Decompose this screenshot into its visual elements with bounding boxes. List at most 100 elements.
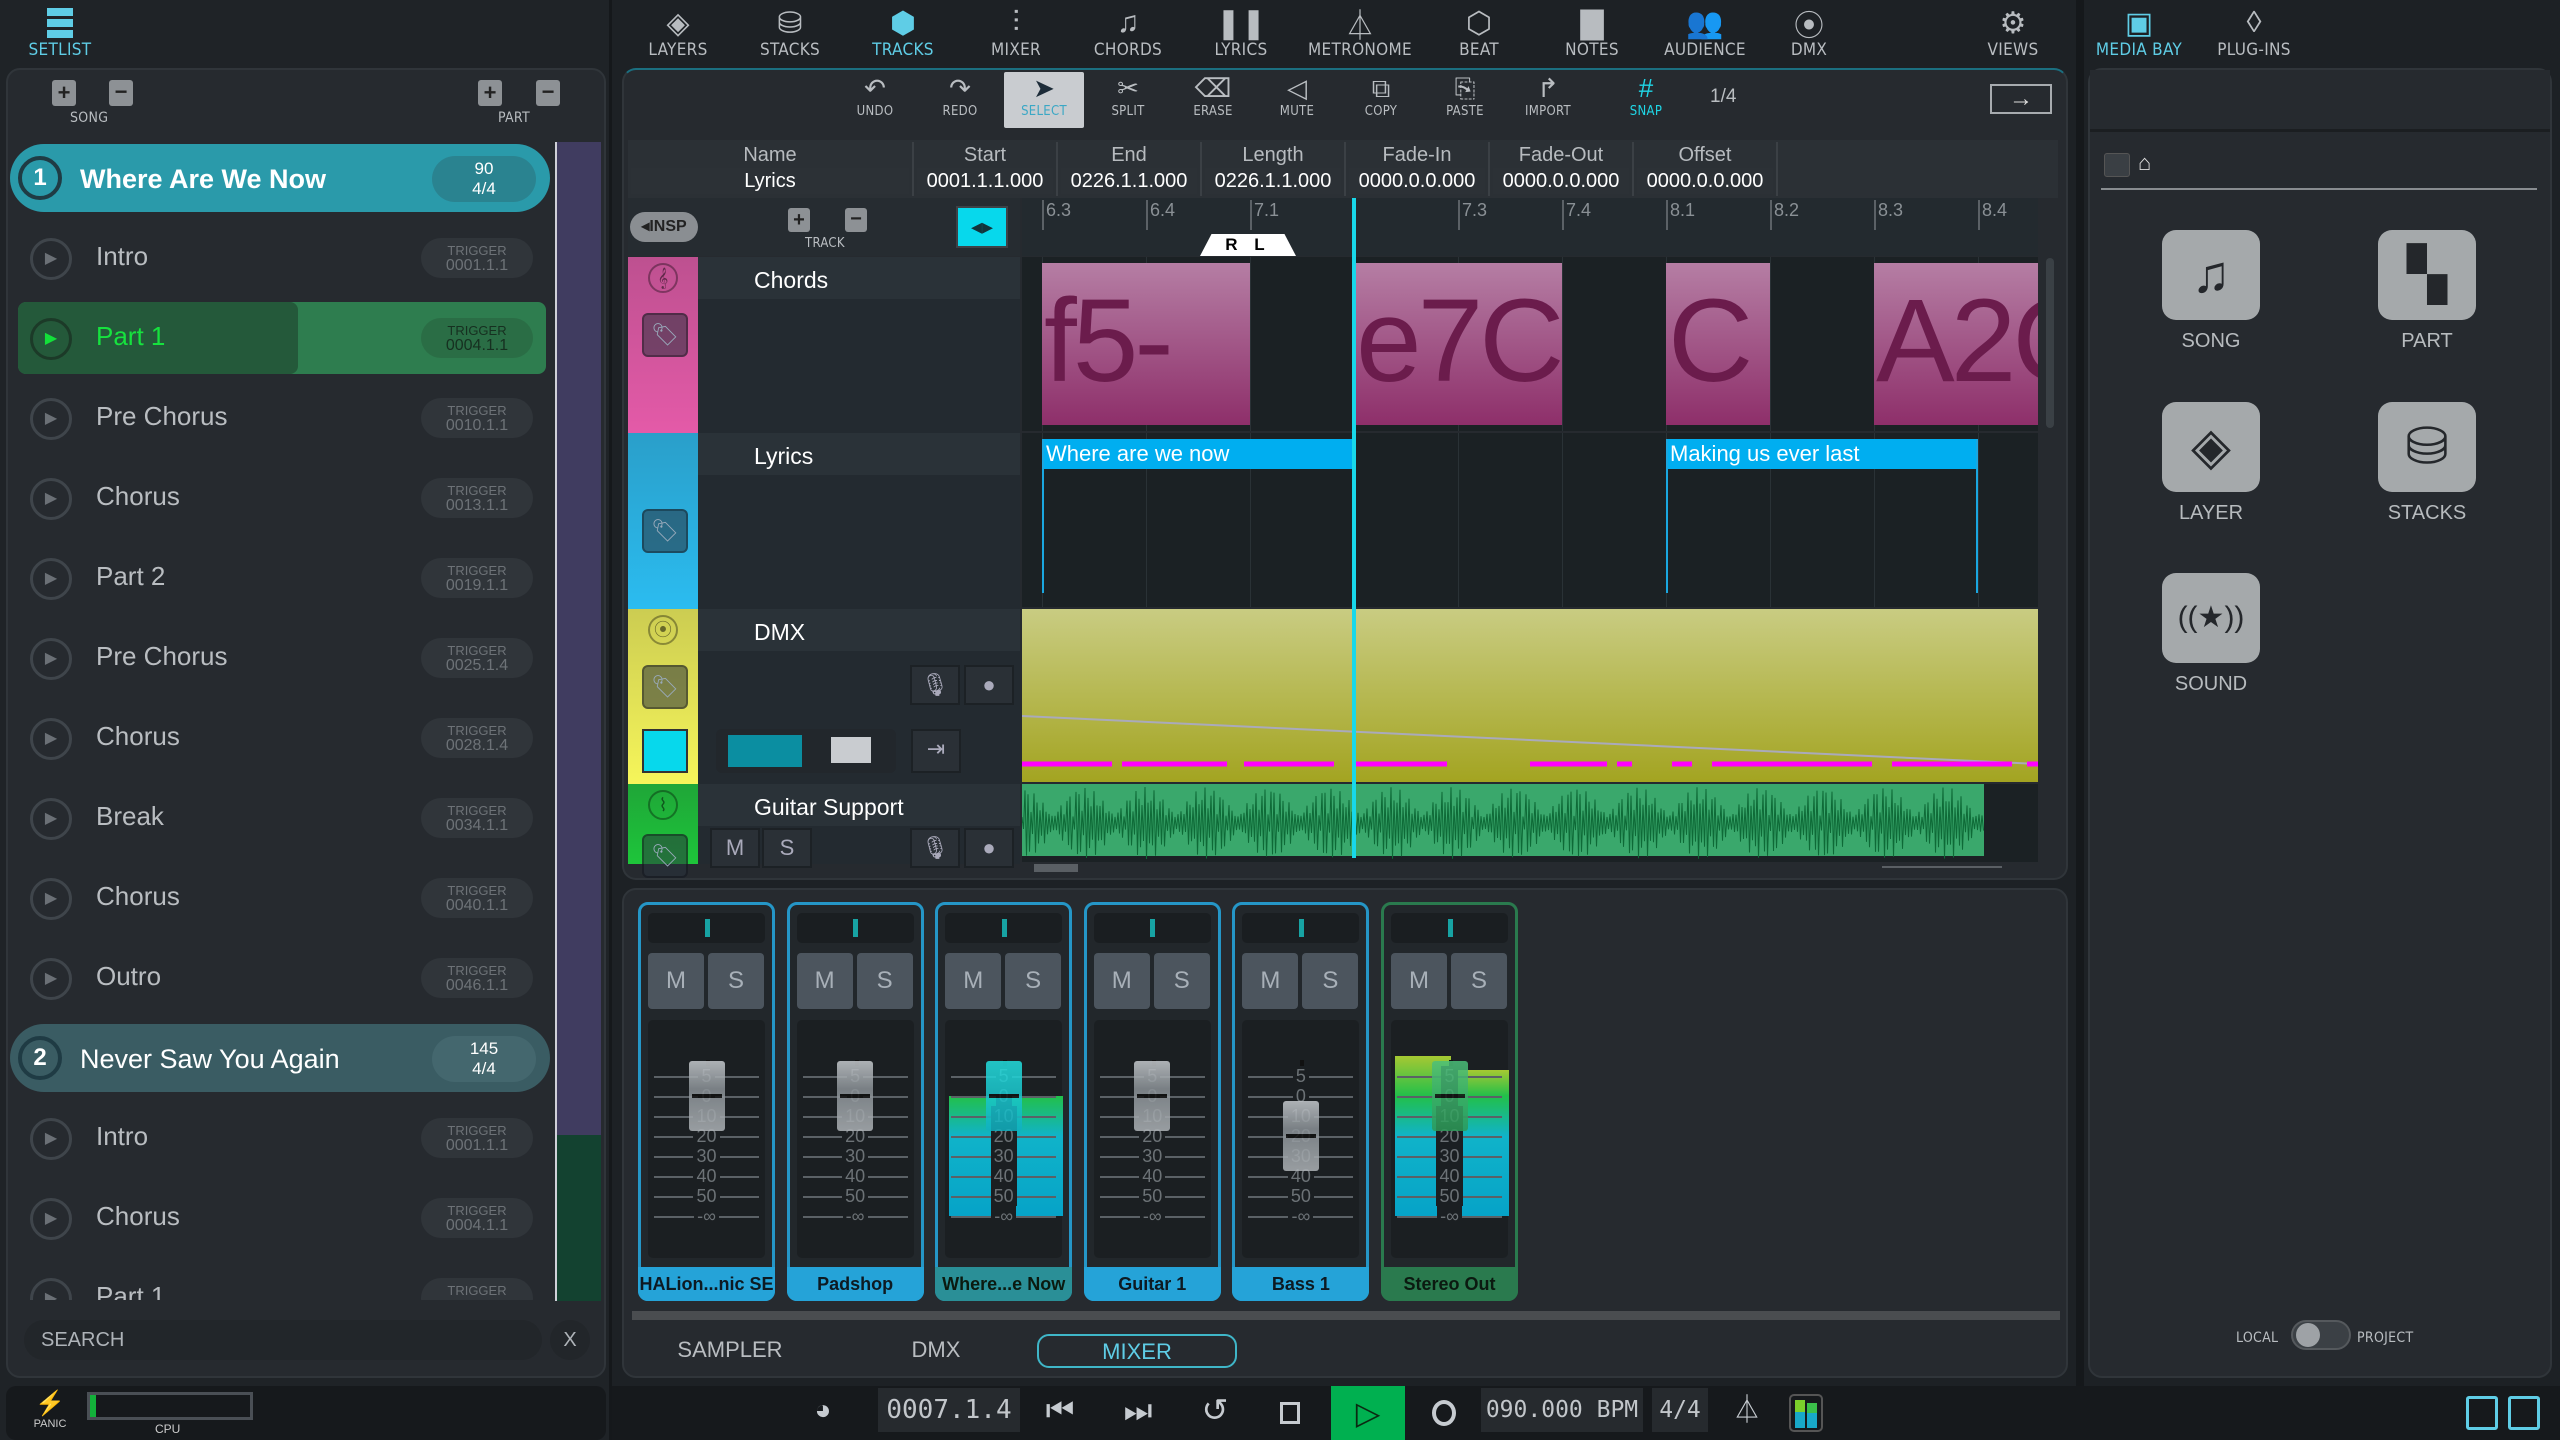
remove-track-button[interactable]: − <box>845 208 867 232</box>
tool-split[interactable]: ✂ SPLIT <box>1088 72 1168 128</box>
part-row[interactable]: ▶ Chorus TRIGGER 0004.1.1 <box>0 1178 555 1258</box>
follow-playhead-button[interactable]: ◂▸ <box>956 206 1008 248</box>
horizontal-scrollbar[interactable] <box>1034 864 1078 872</box>
panic-button[interactable]: ⚡ PANIC <box>30 1390 70 1430</box>
home-icon[interactable]: ⌂ <box>2138 150 2151 176</box>
trigger-badge[interactable]: TRIGGER 0013.1.1 <box>421 478 533 518</box>
info-value[interactable]: 0000.0.0.000 <box>1493 168 1629 194</box>
play-part-button[interactable]: ▶ <box>30 1118 72 1160</box>
media-bay-tile-song[interactable]: ♫ SONG <box>2161 230 2261 353</box>
trigger-badge[interactable]: TRIGGER 0001.1.1 <box>421 1118 533 1158</box>
lyric-clip[interactable]: Where are we now <box>1042 439 1354 593</box>
pan-control[interactable] <box>1093 913 1211 943</box>
song-pill[interactable]: 1 Where Are We Now 90 4/4 <box>10 144 550 212</box>
channel-solo-button[interactable]: S <box>1005 953 1062 1009</box>
search-clear-button[interactable]: X <box>550 1320 590 1360</box>
metronome-button[interactable]: ⏃ <box>1730 1388 1764 1432</box>
media-bay-tile-part[interactable]: ▚ PART <box>2377 230 2477 353</box>
tag-icon[interactable]: 🏷 <box>642 834 688 878</box>
nav-tab-mixer[interactable]: ⫶ MIXER <box>961 6 1071 60</box>
channel-mute-button[interactable]: M <box>796 953 853 1009</box>
part-row[interactable]: ▶ Pre Chorus TRIGGER 0010.1.1 <box>0 378 555 458</box>
play-part-button[interactable]: ▶ <box>30 718 72 760</box>
play-part-button[interactable]: ▶ <box>30 398 72 440</box>
tag-icon[interactable]: 🏷 <box>642 313 688 357</box>
part-row[interactable]: ▶ Chorus TRIGGER 0040.1.1 <box>0 858 555 938</box>
info-value[interactable]: Lyrics <box>631 168 909 194</box>
tempo-mode-icon[interactable]: ◕ <box>806 1388 840 1432</box>
stop-button[interactable] <box>1272 1388 1308 1432</box>
part-row[interactable]: ▶ Part 1 TRIGGER <box>0 1258 555 1300</box>
track-name[interactable]: Chords <box>698 257 1020 299</box>
nav-tab-tracks[interactable]: ⬢ TRACKS <box>848 6 958 61</box>
part-row[interactable]: ▶ Intro TRIGGER 0001.1.1 <box>0 1098 555 1178</box>
snap-value-button[interactable]: 1/4 <box>1710 86 1736 108</box>
info-fade-in[interactable]: Fade-In 0000.0.0.000 <box>1346 142 1490 196</box>
nav-tab-beat[interactable]: ⬡ BEAT <box>1424 6 1534 61</box>
tool-snap[interactable]: # SNAP <box>1606 72 1686 128</box>
nav-tab-chords[interactable]: ♫ CHORDS <box>1073 6 1183 60</box>
position-display[interactable]: 0007.1.4 <box>878 1388 1020 1432</box>
search-input[interactable]: SEARCH <box>24 1320 542 1360</box>
channel-mute-button[interactable]: M <box>1242 953 1299 1009</box>
trigger-badge[interactable]: TRIGGER 0001.1.1 <box>421 238 533 278</box>
play-part-button[interactable]: ▶ <box>30 638 72 680</box>
channel-name[interactable]: Guitar 1 <box>1083 1267 1221 1301</box>
trigger-badge[interactable]: TRIGGER 0004.1.1 <box>421 1198 533 1238</box>
record-button[interactable] <box>1426 1388 1462 1432</box>
track-name[interactable]: DMX <box>698 609 1020 651</box>
info-value[interactable]: 0000.0.0.000 <box>1349 168 1485 194</box>
pan-control[interactable] <box>1242 913 1360 943</box>
song-pill[interactable]: 2 Never Saw You Again 145 4/4 <box>10 1024 550 1092</box>
play-part-button[interactable]: ▶ <box>30 238 72 280</box>
loop-button[interactable]: ↺ <box>1195 1388 1235 1432</box>
bottom-tab-sampler[interactable]: SAMPLER <box>630 1334 830 1368</box>
vertical-scrollbar[interactable] <box>2046 258 2054 428</box>
channel-mute-button[interactable]: M <box>1093 953 1150 1009</box>
nav-tab-lyrics[interactable]: ❚❚ LYRICS <box>1186 6 1296 61</box>
fader-handle[interactable] <box>1282 1101 1319 1171</box>
channel-name[interactable]: Padshop <box>786 1267 924 1301</box>
tool-mute[interactable]: ◁ MUTE <box>1257 72 1337 128</box>
channel-name[interactable]: Bass 1 <box>1232 1267 1370 1301</box>
tool-redo[interactable]: ↷ REDO <box>920 72 1000 128</box>
trigger-badge[interactable]: TRIGGER 0046.1.1 <box>421 958 533 998</box>
tempo-display[interactable]: 090.000 BPM <box>1481 1388 1643 1432</box>
track-monitor-button[interactable]: 🎙 <box>910 828 960 868</box>
media-bay-tile-stacks[interactable]: ⛁ STACKS <box>2377 402 2477 525</box>
bottom-tab-dmx[interactable]: DMX <box>836 1334 1036 1368</box>
channel-solo-button[interactable]: S <box>708 953 764 1009</box>
trigger-badge[interactable]: TRIGGER 0019.1.1 <box>421 558 533 598</box>
local-project-toggle[interactable] <box>2291 1320 2351 1350</box>
channel-mute-button[interactable]: M <box>945 953 1002 1009</box>
play-part-button[interactable]: ▶ <box>30 878 72 920</box>
play-part-button[interactable]: ▶ <box>30 478 72 520</box>
track-header[interactable]: ⌇ Guitar Support 🏷 M S 🎙 ● <box>628 784 1020 878</box>
zoom-slider[interactable] <box>1882 866 2002 868</box>
chord-clip[interactable]: C <box>1666 263 1770 425</box>
play-part-button[interactable]: ▶ <box>30 958 72 1000</box>
track-solo-button[interactable]: S <box>762 828 812 868</box>
info-value[interactable]: 0226.1.1.000 <box>1205 168 1341 194</box>
trigger-badge[interactable]: TRIGGER <box>421 1278 533 1300</box>
track-mute-button[interactable]: M <box>710 828 760 868</box>
loop-locators[interactable]: R L <box>1200 234 1296 256</box>
track-lane[interactable]: f5- e7C C A2C <box>1022 257 2038 431</box>
part-row[interactable]: ▶ Intro TRIGGER 0001.1.1 <box>0 218 555 298</box>
info-value[interactable]: 0226.1.1.000 <box>1061 168 1197 194</box>
pan-control[interactable] <box>1391 913 1508 943</box>
layout-left-button[interactable] <box>2464 1388 2500 1432</box>
previous-marker-button[interactable]: ⏮ <box>1040 1388 1080 1432</box>
track-lane[interactable]: Where are we now Making us ever last <box>1022 433 2038 607</box>
add-part-button[interactable]: + <box>478 80 502 106</box>
tag-icon[interactable]: 🏷 <box>642 665 688 709</box>
nav-tab-layers[interactable]: ◈ LAYERS <box>623 6 733 61</box>
dmx-slider-handle[interactable] <box>831 737 871 763</box>
tool-paste[interactable]: ⎘ PASTE <box>1425 72 1505 128</box>
nav-tab-views[interactable]: ⚙ VIEWS <box>1958 6 2068 61</box>
chord-clip[interactable]: A2C <box>1874 263 2038 425</box>
nav-tab-stacks[interactable]: ⛁ STACKS <box>735 6 845 61</box>
tag-icon[interactable]: 🏷 <box>642 509 688 553</box>
track-header[interactable]: ⦿ DMX 🏷 🎙 ● ⇥ <box>628 609 1020 784</box>
mixer-scrollbar[interactable] <box>632 1311 2060 1320</box>
